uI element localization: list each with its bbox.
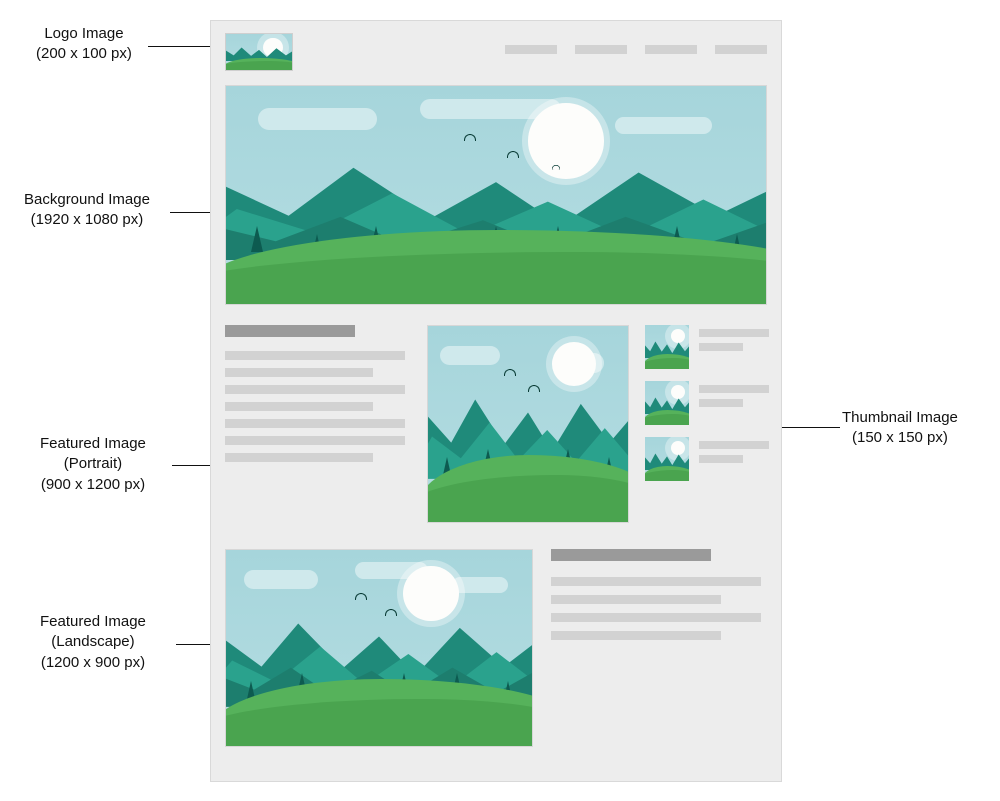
annotation-thumbnail-dims: (150 x 150 px) (842, 428, 958, 448)
thumbnail-row (645, 325, 769, 369)
featured-image-landscape-slot (225, 549, 533, 747)
thumbnail-image-slot (645, 437, 689, 481)
text-placeholder (551, 631, 721, 640)
thumbnail-text (699, 325, 769, 351)
text-placeholder (699, 329, 769, 337)
nav-item-placeholder (715, 45, 767, 54)
annotation-portrait-subtitle: (Portrait) (40, 454, 146, 474)
text-placeholder (699, 455, 743, 463)
text-placeholder (551, 595, 721, 604)
article-placeholder (551, 549, 767, 747)
wireframe-midrow (225, 325, 767, 525)
text-placeholder (225, 419, 405, 428)
diagram-stage: Logo Image (200 x 100 px) Background Ima… (0, 0, 1000, 801)
sidebar-thumbnails (645, 325, 769, 525)
annotation-landscape-subtitle: (Landscape) (40, 632, 146, 652)
text-placeholder (699, 343, 743, 351)
annotation-logo-title: Logo Image (44, 25, 123, 42)
annotation-landscape-dims: (1200 x 900 px) (40, 653, 146, 673)
background-image-slot (225, 85, 767, 305)
article-placeholder (225, 325, 411, 525)
annotation-logo-dims: (200 x 100 px) (36, 44, 132, 64)
nav-item-placeholder (575, 45, 627, 54)
annotation-background-dims: (1920 x 1080 px) (24, 210, 150, 230)
text-placeholder (699, 441, 769, 449)
annotation-landscape: Featured Image (Landscape) (1200 x 900 p… (40, 612, 146, 673)
wireframe-bottomrow (225, 549, 767, 747)
annotation-portrait-dims: (900 x 1200 px) (40, 475, 146, 495)
text-placeholder (225, 436, 405, 445)
thumbnail-image-slot (645, 325, 689, 369)
annotation-thumbnail: Thumbnail Image (150 x 150 px) (842, 408, 958, 449)
logo-image-slot (225, 33, 293, 71)
text-placeholder (225, 402, 373, 411)
heading-placeholder (551, 549, 711, 561)
annotation-logo: Logo Image (200 x 100 px) (36, 24, 132, 65)
thumbnail-row (645, 437, 769, 481)
featured-image-portrait-slot (427, 325, 629, 523)
nav-item-placeholder (505, 45, 557, 54)
annotation-background-title: Background Image (24, 191, 150, 208)
text-placeholder (699, 399, 743, 407)
text-placeholder (551, 577, 761, 586)
text-placeholder (225, 351, 405, 360)
thumbnail-image-slot (645, 381, 689, 425)
annotation-portrait: Featured Image (Portrait) (900 x 1200 px… (40, 434, 146, 495)
nav-placeholder (505, 45, 767, 54)
annotation-portrait-title: Featured Image (40, 435, 146, 452)
text-placeholder (551, 613, 761, 622)
text-placeholder (699, 385, 769, 393)
text-placeholder (225, 453, 373, 462)
thumbnail-text (699, 381, 769, 407)
annotation-landscape-title: Featured Image (40, 613, 146, 630)
nav-item-placeholder (645, 45, 697, 54)
thumbnail-row (645, 381, 769, 425)
thumbnail-text (699, 437, 769, 463)
annotation-background: Background Image (1920 x 1080 px) (24, 190, 150, 231)
wireframe-page (210, 20, 782, 782)
text-placeholder (225, 385, 405, 394)
text-placeholder (225, 368, 373, 377)
wireframe-header (211, 21, 781, 81)
heading-placeholder (225, 325, 355, 337)
annotation-thumbnail-title: Thumbnail Image (842, 409, 958, 426)
